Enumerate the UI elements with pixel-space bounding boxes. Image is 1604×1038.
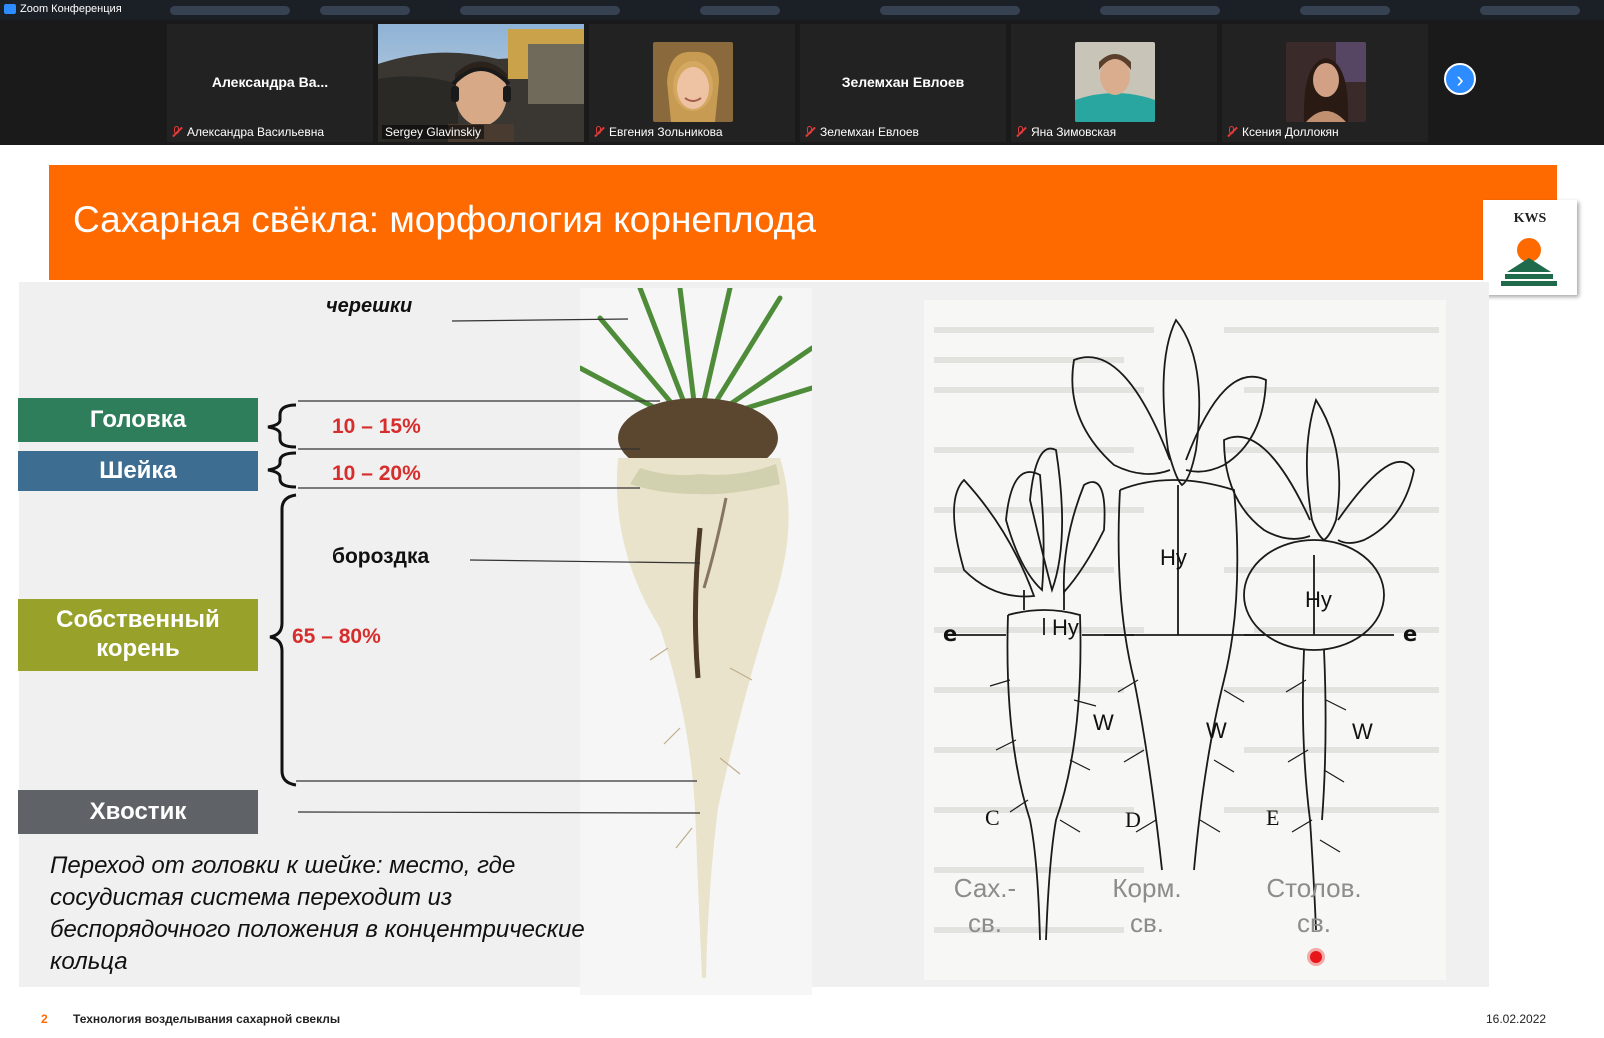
slide-footer-text: Технология возделывания сахарной свеклы: [73, 1012, 341, 1026]
laser-pointer: [1310, 951, 1322, 963]
slide-title-banner: Сахарная свёкла: морфология корнеплода: [49, 165, 1557, 280]
label-petioles: черешки: [326, 295, 413, 317]
diagram-letter-e: e: [943, 622, 958, 646]
percent-head: 10 – 15%: [332, 415, 421, 438]
muted-mic-icon: [171, 126, 183, 138]
percent-neck: 10 – 20%: [332, 462, 421, 485]
zoom-app-icon: [4, 4, 16, 14]
muted-mic-icon: [804, 126, 816, 138]
blurred-background: [460, 6, 620, 15]
chevron-right-icon: ›: [1456, 67, 1464, 92]
diagram-letter-e-capital: E: [1266, 805, 1280, 830]
participant-video: [1286, 42, 1366, 122]
muted-mic-icon: [1015, 126, 1027, 138]
kws-emblem-icon: [1501, 238, 1557, 286]
participant-tile[interactable]: Зелемхан Евлоев Зелемхан Евлоев: [800, 24, 1006, 142]
diagram-label-hy: Hy: [1160, 545, 1187, 570]
participant-name: Яна Зимовская: [1031, 125, 1117, 139]
diagram-label-w: W: [1093, 710, 1114, 735]
window-title: Zoom Конференция: [20, 3, 122, 15]
blurred-background: [170, 6, 290, 15]
slide-note: Переход от головки к шейке: место, где с…: [50, 852, 585, 975]
label-groove: бороздка: [332, 545, 430, 568]
participant-name: Евгения Зольникова: [609, 125, 723, 139]
presentation-slide: Сахарная свёкла: морфология корнеплода K…: [0, 145, 1604, 1038]
diagram-letter-e: e: [1403, 622, 1418, 646]
blurred-background: [1300, 6, 1390, 15]
blurred-background: [1100, 6, 1220, 15]
diagram-letter-c: C: [985, 805, 1000, 830]
diagram-letter-d: D: [1125, 807, 1141, 832]
participant-name: Ксения Доллокян: [1242, 125, 1339, 139]
participant-tile[interactable]: Ксения Доллокян: [1222, 24, 1428, 142]
participant-tile[interactable]: Евгения Зольникова: [589, 24, 795, 142]
slide-title: Сахарная свёкла: морфология корнеплода: [73, 199, 816, 240]
sugar-beet-photo: [580, 288, 812, 995]
participant-name: Александра Васильевна: [187, 125, 325, 139]
slide-number: 2: [41, 1012, 48, 1026]
diagram-label-hy: Hy: [1305, 587, 1332, 612]
participant-tile[interactable]: Александра Ва... Александра Васильевна: [167, 24, 373, 142]
label-head: Головка: [18, 398, 258, 442]
label-root: Собственный корень: [18, 599, 258, 671]
diagram-label-w: W: [1352, 719, 1373, 744]
muted-mic-icon: [593, 126, 605, 138]
muted-mic-icon: [1226, 126, 1238, 138]
diagram-label-w: W: [1206, 718, 1227, 743]
kws-logo: KWS: [1483, 200, 1577, 295]
percent-root: 65 – 80%: [292, 625, 381, 648]
participant-display-name: Зелемхан Евлоев: [841, 74, 965, 90]
participant-name: Зелемхан Евлоев: [820, 125, 919, 139]
participant-video: [1075, 42, 1155, 122]
beet-type-table: Столов. св.: [1266, 873, 1362, 939]
participant-tile[interactable]: Яна Зимовская: [1011, 24, 1217, 142]
beet-type-fodder: Корм. св.: [1112, 873, 1182, 939]
participant-video: [653, 42, 733, 122]
label-tail: Хвостик: [18, 790, 258, 834]
slide-date: 16.02.2022: [1486, 1012, 1547, 1026]
next-page-button[interactable]: ›: [1444, 63, 1476, 95]
participants-strip: Александра Ва... Александра Васильевна S…: [0, 20, 1604, 145]
label-neck: Шейка: [18, 451, 258, 491]
blurred-background: [320, 6, 410, 15]
diagram-label-hy: Hy: [1052, 615, 1079, 640]
blurred-background: [700, 6, 780, 15]
participant-tile-active-speaker[interactable]: Sergey Glavinskiy: [378, 24, 584, 142]
participant-name: Sergey Glavinskiy: [385, 125, 482, 139]
blurred-background: [880, 6, 1020, 15]
participant-display-name: Александра Ва...: [211, 74, 329, 90]
window-title-bar: Zoom Конференция: [0, 0, 1604, 20]
beet-type-sugar: Сах.- св.: [953, 873, 1017, 939]
blurred-background: [1480, 6, 1580, 15]
